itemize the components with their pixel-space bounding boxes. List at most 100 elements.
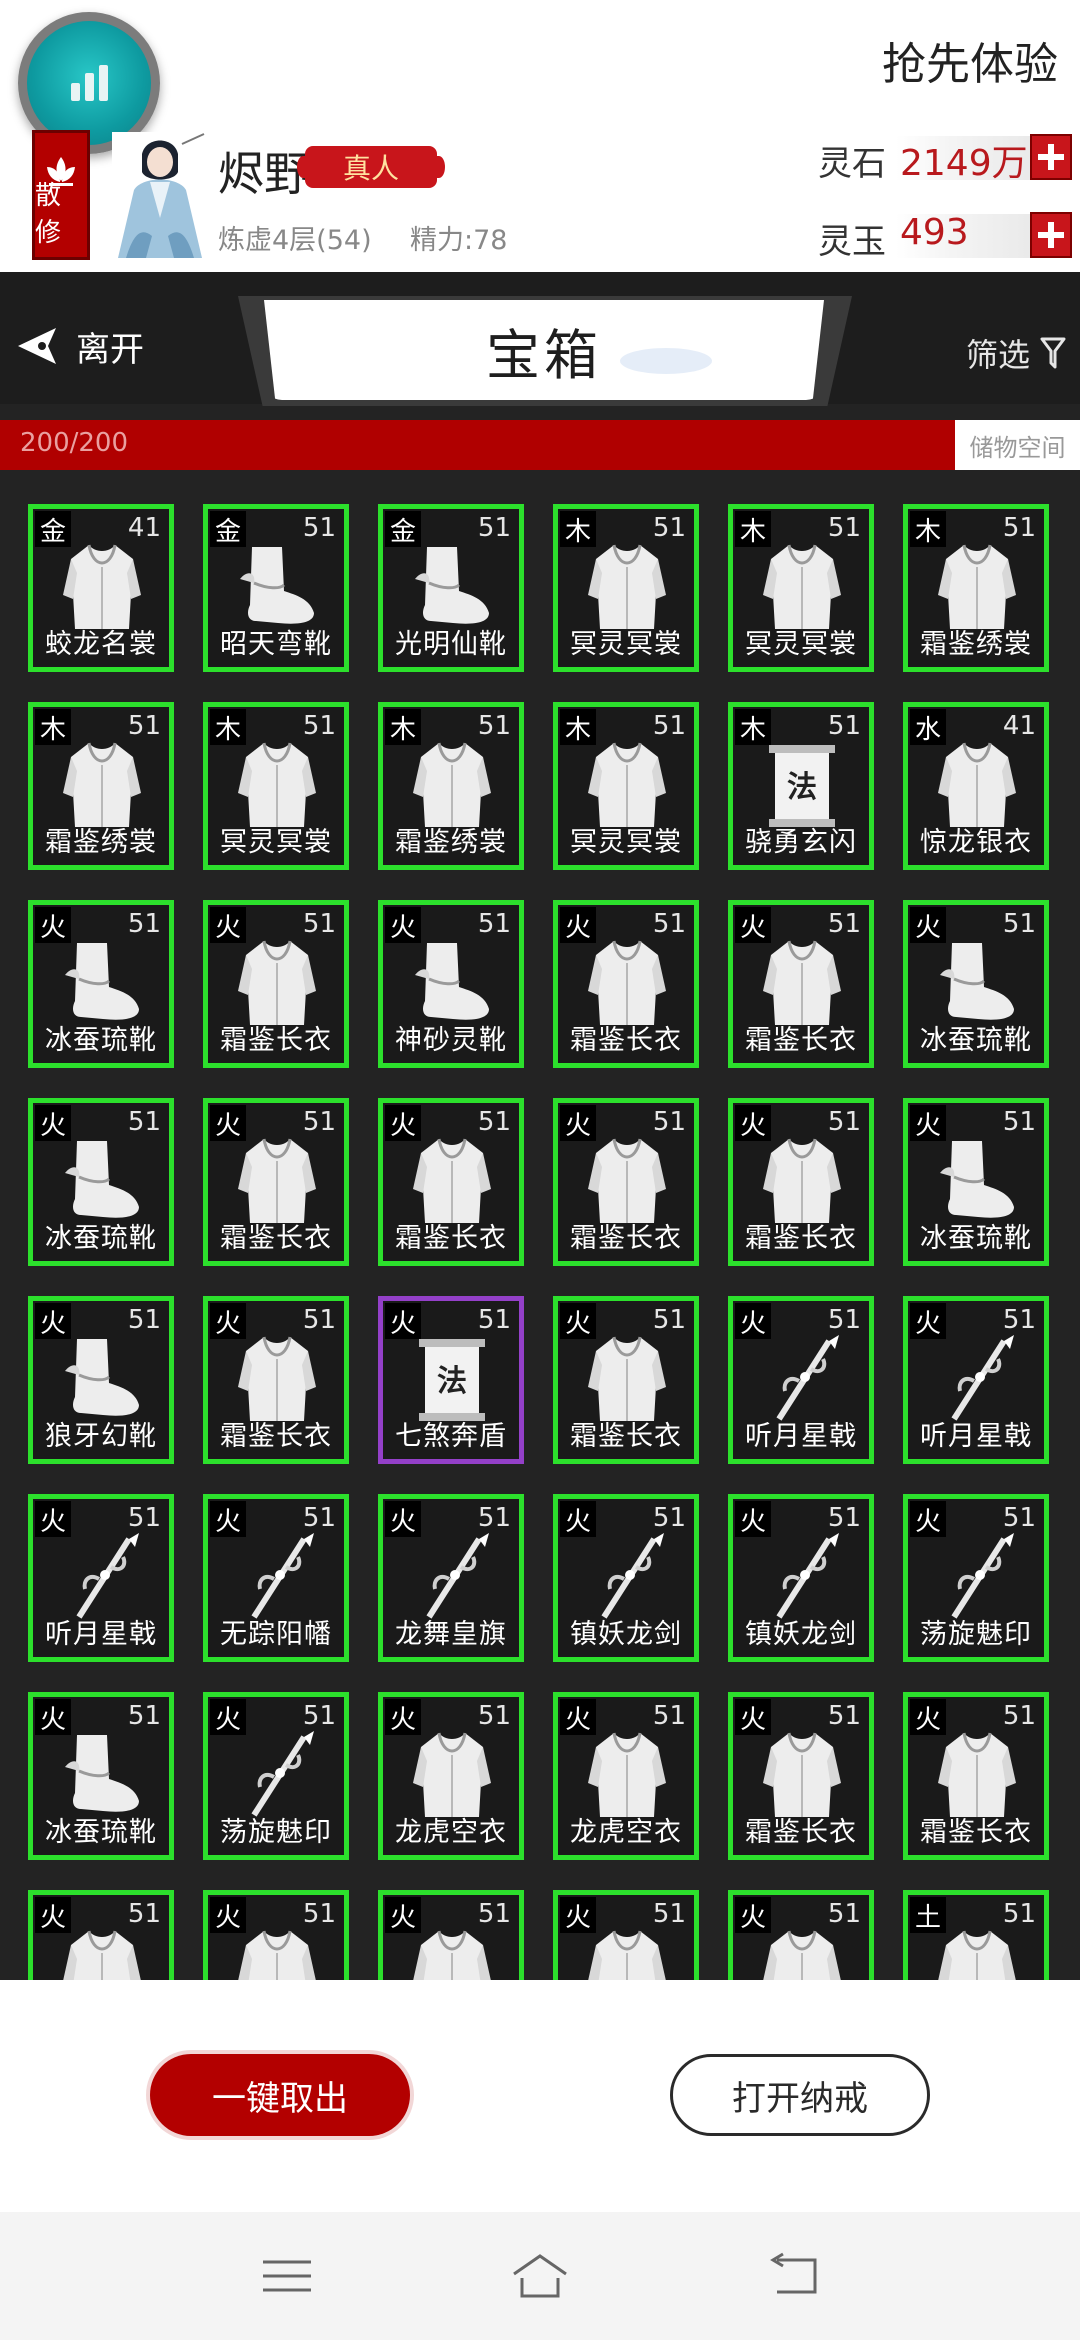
item-slot[interactable]: 木 51 冥灵冥裳: [203, 702, 349, 870]
item-slot[interactable]: 火 51 霜鉴长衣: [903, 1692, 1049, 1860]
weapon-icon: [759, 1331, 845, 1427]
plus-icon: [1038, 222, 1064, 248]
item-slot[interactable]: 火 51 无踪阳幡: [203, 1494, 349, 1662]
item-name: 冰蚕琉靴: [45, 1817, 157, 1848]
robe-icon: [234, 737, 320, 833]
leave-button[interactable]: 离开: [14, 316, 144, 376]
home-icon[interactable]: [510, 2250, 570, 2302]
take-all-button[interactable]: 一键取出: [150, 2054, 410, 2136]
item-slot[interactable]: 火 51: [553, 1890, 699, 1980]
item-slot[interactable]: 火 51: [728, 1890, 874, 1980]
item-grid-viewport[interactable]: 金 41 蛟龙名裳金 51 昭天弯靴金 51 光明仙靴木 51 冥灵冥裳木 51 冥灵冥裳木 51 霜鉴…: [0, 470, 1080, 1980]
item-name: 霜鉴绣裳: [45, 827, 157, 858]
item-slot[interactable]: 木 51 霜鉴绣裳: [378, 702, 524, 870]
item-slot[interactable]: 土 51: [903, 1890, 1049, 1980]
item-slot[interactable]: 水 41 惊龙银衣: [903, 702, 1049, 870]
robe-icon: [584, 1925, 670, 1980]
weapon-icon: [234, 1727, 320, 1823]
item-slot[interactable]: 火 51: [378, 1890, 524, 1980]
add-spirit-stone-button[interactable]: [1030, 134, 1072, 180]
item-name: 霜鉴长衣: [920, 1817, 1032, 1848]
robe-icon: [409, 1925, 495, 1980]
item-slot[interactable]: 火 51 霜鉴长衣: [203, 900, 349, 1068]
item-slot[interactable]: 火 51 听月星戟: [728, 1296, 874, 1464]
item-name: 霜鉴长衣: [395, 1223, 507, 1254]
item-slot[interactable]: 木 51 霜鉴绣裳: [903, 504, 1049, 672]
boot-icon: [59, 1727, 145, 1823]
item-slot[interactable]: 金 51 昭天弯靴: [203, 504, 349, 672]
back-icon[interactable]: [763, 2250, 823, 2302]
item-slot[interactable]: 金 51 光明仙靴: [378, 504, 524, 672]
item-slot[interactable]: 火 51 霜鉴长衣: [203, 1296, 349, 1464]
filter-button[interactable]: 筛选: [966, 330, 1066, 376]
item-slot[interactable]: 火 51 冰蚕琉靴: [903, 900, 1049, 1068]
item-slot[interactable]: 火 51 霜鉴长衣: [728, 1692, 874, 1860]
weapon-icon: [759, 1529, 845, 1625]
weapon-icon: [409, 1529, 495, 1625]
item-slot[interactable]: 火 51: [203, 1890, 349, 1980]
item-name: 霜鉴长衣: [745, 1025, 857, 1056]
try-first-link[interactable]: 抢先体验: [882, 28, 1058, 92]
item-slot[interactable]: 火 51 冰蚕琉靴: [903, 1098, 1049, 1266]
item-name: 霜鉴长衣: [745, 1817, 857, 1848]
item-slot[interactable]: 火 51 龙虎空衣: [378, 1692, 524, 1860]
item-name: 听月星戟: [920, 1421, 1032, 1452]
item-slot[interactable]: 木 51 冥灵冥裳: [728, 504, 874, 672]
item-slot[interactable]: 火 51 霜鉴长衣: [203, 1098, 349, 1266]
storage-space-tab[interactable]: 储物空间: [955, 420, 1080, 470]
add-spirit-jade-button[interactable]: [1030, 212, 1072, 258]
boot-icon: [409, 539, 495, 635]
item-slot[interactable]: 金 41 蛟龙名裳: [28, 504, 174, 672]
robe-icon: [759, 1133, 845, 1229]
item-slot[interactable]: 木 51 霜鉴绣裳: [28, 702, 174, 870]
robe-icon: [934, 1727, 1020, 1823]
robe-icon: [59, 539, 145, 635]
item-slot[interactable]: 火 51 神砂灵靴: [378, 900, 524, 1068]
item-slot[interactable]: 火 51 镇妖龙剑: [728, 1494, 874, 1662]
item-slot[interactable]: 火 51 冰蚕琉靴: [28, 1692, 174, 1860]
item-slot[interactable]: 火 51 龙舞皇旗: [378, 1494, 524, 1662]
item-slot[interactable]: 火 51 冰蚕琉靴: [28, 1098, 174, 1266]
item-name: 霜鉴长衣: [745, 1223, 857, 1254]
item-slot[interactable]: 火 51 霜鉴长衣: [378, 1098, 524, 1266]
item-slot[interactable]: 火 51 龙虎空衣: [553, 1692, 699, 1860]
item-slot[interactable]: 火 51 霜鉴长衣: [728, 900, 874, 1068]
item-slot[interactable]: 火 51 霜鉴长衣: [553, 1296, 699, 1464]
plus-icon: [1038, 144, 1064, 170]
sect-badge[interactable]: 散修: [32, 130, 90, 260]
robe-icon: [59, 1925, 145, 1980]
boot-icon: [934, 1133, 1020, 1229]
item-slot[interactable]: 火 51 霜鉴长衣: [553, 1098, 699, 1266]
robe-icon: [584, 1727, 670, 1823]
boot-icon: [234, 539, 320, 635]
item-slot[interactable]: 火 51 听月星戟: [903, 1296, 1049, 1464]
menu-icon[interactable]: [257, 2250, 317, 2302]
item-slot[interactable]: 火 51 镇妖龙剑: [553, 1494, 699, 1662]
item-slot[interactable]: 木 51 冥灵冥裳: [553, 702, 699, 870]
item-slot[interactable]: 木 51 法骁勇玄闪: [728, 702, 874, 870]
item-slot[interactable]: 木 51 冥灵冥裳: [553, 504, 699, 672]
title-badge: 真人: [297, 146, 445, 188]
item-slot[interactable]: 火 51 狼牙幻靴: [28, 1296, 174, 1464]
item-slot[interactable]: 火 51 法七煞奔盾: [378, 1296, 524, 1464]
item-slot[interactable]: 火 51 霜鉴长衣: [728, 1098, 874, 1266]
open-ring-button[interactable]: 打开纳戒: [670, 2054, 930, 2136]
robe-icon: [759, 1727, 845, 1823]
item-name: 龙虎空衣: [395, 1817, 507, 1848]
player-avatar[interactable]: [112, 132, 208, 262]
item-slot[interactable]: 火 51 听月星戟: [28, 1494, 174, 1662]
item-name: 霜鉴长衣: [570, 1421, 682, 1452]
item-name: 昭天弯靴: [220, 629, 332, 660]
item-slot[interactable]: 火 51 荡旋魅印: [203, 1692, 349, 1860]
boot-icon: [59, 935, 145, 1031]
robe-icon: [234, 1331, 320, 1427]
item-name: 冥灵冥裳: [745, 629, 857, 660]
item-name: 听月星戟: [45, 1619, 157, 1650]
item-slot[interactable]: 火 51 冰蚕琉靴: [28, 900, 174, 1068]
item-slot[interactable]: 火 51 霜鉴长衣: [553, 900, 699, 1068]
item-slot[interactable]: 火 51: [28, 1890, 174, 1980]
item-name: 霜鉴长衣: [570, 1223, 682, 1254]
item-slot[interactable]: 火 51 荡旋魅印: [903, 1494, 1049, 1662]
svg-text:法: 法: [787, 770, 817, 805]
boot-icon: [934, 935, 1020, 1031]
